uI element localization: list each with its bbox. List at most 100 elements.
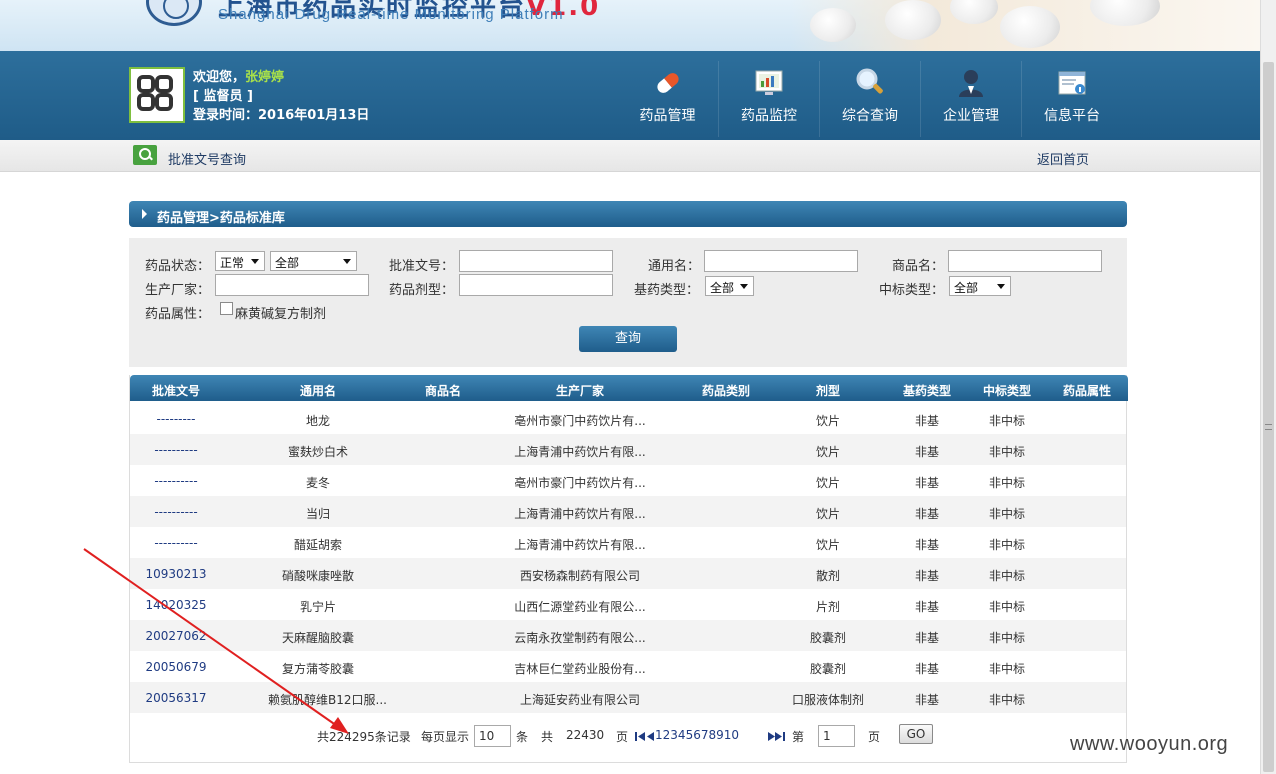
table-row[interactable]: ---------- 麦冬 亳州市豪门中药饮片有... 饮片 非基 非中标 [130,465,1126,496]
column-header: 生产厂家 [555,384,604,398]
status-select[interactable]: 正常 [215,251,265,271]
approval-cell[interactable]: 20056317 [136,691,216,705]
total-pages: 22430 [566,728,605,742]
platform-logo [146,0,202,26]
manufacturer-input[interactable] [215,274,369,296]
scrollbar-grip-icon [1265,424,1272,430]
dosage-input[interactable] [459,274,613,296]
page-number-link[interactable]: 6 [693,728,701,742]
bid-type-cell: 非中标 [988,631,1025,645]
manufacturer-cell: 西安杨森制药有限公司 [519,569,640,583]
banner-en-title: Shanghai Drug Real-time Monitoring Platf… [218,6,564,23]
approval-cell[interactable]: ---------- [136,443,216,457]
total-pages-prefix: 共 [541,730,554,744]
results-table: 批准文号 通用名 商品名 生产厂家 药品类别 剂型 基药类型 中标类型 药品属性… [129,375,1128,763]
table-row[interactable]: 20027062 天麻醒脑胶囊 云南永孜堂制药有限公... 胶囊剂 非基 非中标 [130,620,1126,651]
approval-cell[interactable]: --------- [136,412,216,426]
ephedrine-checkbox-label: 麻黄碱复方制剂 [235,307,327,322]
approval-cell[interactable]: 10930213 [136,567,216,581]
base-type-cell: 非基 [914,662,939,676]
triangle-icon [142,209,147,219]
approval-cell[interactable]: 14020325 [136,598,216,612]
trade-name-input[interactable] [948,250,1102,272]
page-number-link[interactable]: 8 [708,728,716,742]
generic-name-cell: 天麻醒脑胶囊 [281,631,354,645]
nav-enterprise-management[interactable]: 企业管理 [920,61,1021,137]
magnifier-icon [854,67,886,99]
section-title-bar: 药品管理>药品标准库 [129,201,1127,227]
dosage-cell: 饮片 [815,538,840,552]
generic-name-input[interactable] [704,250,858,272]
table-row[interactable]: --------- 地龙 亳州市豪门中药饮片有... 饮片 非基 非中标 [130,403,1126,434]
generic-name-cell: 麦冬 [305,476,330,490]
approval-input[interactable] [459,250,613,272]
table-row[interactable]: 20050679 复方蒲苓胶囊 吉林巨仁堂药业股份有... 胶囊剂 非基 非中标 [130,651,1126,682]
query-button[interactable]: 查询 [579,326,677,352]
dosage-cell: 饮片 [815,445,840,459]
table-row[interactable]: 20056317 赖氨肌醇维B12口服... 上海延安药业有限公司 口服液体制剂 非基 非… [130,682,1126,713]
watermark: www.wooyun.org [1070,733,1229,755]
base-type-select[interactable]: 全部 [705,276,754,296]
bid-type-cell: 非中标 [988,476,1025,490]
manufacturer-label: 生产厂家： [145,283,211,298]
monitor-chart-icon [753,67,785,99]
last-page-icon[interactable] [775,730,785,741]
base-type-cell: 非基 [914,631,939,645]
prev-page-icon[interactable] [646,730,654,741]
nav-general-query[interactable]: 综合查询 [819,61,920,137]
goto-prefix: 第 [792,730,805,744]
avatar [129,67,185,123]
page-number-link[interactable]: 4 [678,728,686,742]
approval-cell[interactable]: ---------- [136,536,216,550]
go-button[interactable]: GO [899,724,933,744]
home-link[interactable]: 返回首页 [1037,149,1089,168]
nav-drug-management[interactable]: 药品管理 [617,61,718,137]
approval-label: 批准文号： [389,259,455,274]
greeting-text: 欢迎您， [193,70,246,85]
approval-cell[interactable]: 20027062 [136,629,216,643]
base-type-cell: 非基 [914,507,939,521]
capsule-icon [652,67,684,99]
vertical-scrollbar[interactable] [1260,0,1276,774]
dosage-cell: 饮片 [815,476,840,490]
approval-cell[interactable]: 20050679 [136,660,216,674]
scrollbar-thumb[interactable] [1263,62,1274,772]
page-number-link[interactable]: 3 [670,728,678,742]
goto-unit: 页 [868,730,881,744]
page-number-link[interactable]: 9 [716,728,724,742]
bid-type-select[interactable]: 全部 [949,276,1011,296]
table-row[interactable]: ---------- 醋延胡索 上海青浦中药饮片有限... 饮片 非基 非中标 [130,527,1126,558]
per-page-input[interactable]: 10 [474,725,511,747]
manufacturer-cell: 上海青浦中药饮片有限... [514,445,646,459]
manufacturer-cell: 上海青浦中药饮片有限... [514,507,646,521]
nav-info-platform[interactable]: 信息平台 [1021,61,1122,137]
base-type-label: 基药类型： [634,283,700,298]
generic-name-cell: 乳宁片 [299,600,336,614]
table-row[interactable]: ---------- 当归 上海青浦中药饮片有限... 饮片 非基 非中标 [130,496,1126,527]
table-row[interactable]: 10930213 硝酸咪康唑散 西安杨森制药有限公司 散剂 非基 非中标 [130,558,1126,589]
approval-cell[interactable]: ---------- [136,474,216,488]
goto-page-input[interactable]: 1 [818,725,855,747]
bid-type-label: 中标类型： [879,283,945,298]
approval-cell[interactable]: ---------- [136,505,216,519]
nav-drug-monitoring[interactable]: 药品监控 [718,61,819,137]
page-number-link[interactable]: 10 [724,728,739,742]
page-number-link[interactable]: 1 [655,728,663,742]
login-date: 2016年01月13日 [258,108,370,123]
generic-name-cell: 硝酸咪康唑散 [281,569,354,583]
table-row[interactable]: ---------- 蜜麸炒白术 上海青浦中药饮片有限... 饮片 非基 非中标 [130,434,1126,465]
column-header: 商品名 [424,384,461,398]
status-sub-select[interactable]: 全部 [270,251,357,271]
table-header: 批准文号 通用名 商品名 生产厂家 药品类别 剂型 基药类型 中标类型 药品属性 [130,375,1128,401]
table-row[interactable]: 14020325 乳宁片 山西仁源堂药业有限公... 片剂 非基 非中标 [130,589,1126,620]
base-type-cell: 非基 [914,693,939,707]
breadcrumb: 药品管理>药品标准库 [157,211,285,226]
dosage-cell: 胶囊剂 [809,631,846,645]
page-numbers: 12345678910 [655,728,739,742]
top-header: 欢迎您，张婷婷 [ 监督员 ] 登录时间：2016年01月13日 药品管理 药品… [0,51,1260,140]
sub-toolbar: 批准文号查询 返回首页 [0,140,1260,172]
bid-type-cell: 非中标 [988,507,1025,521]
base-type-cell: 非基 [914,476,939,490]
first-page-icon[interactable] [635,730,645,741]
ephedrine-checkbox[interactable] [220,302,233,315]
